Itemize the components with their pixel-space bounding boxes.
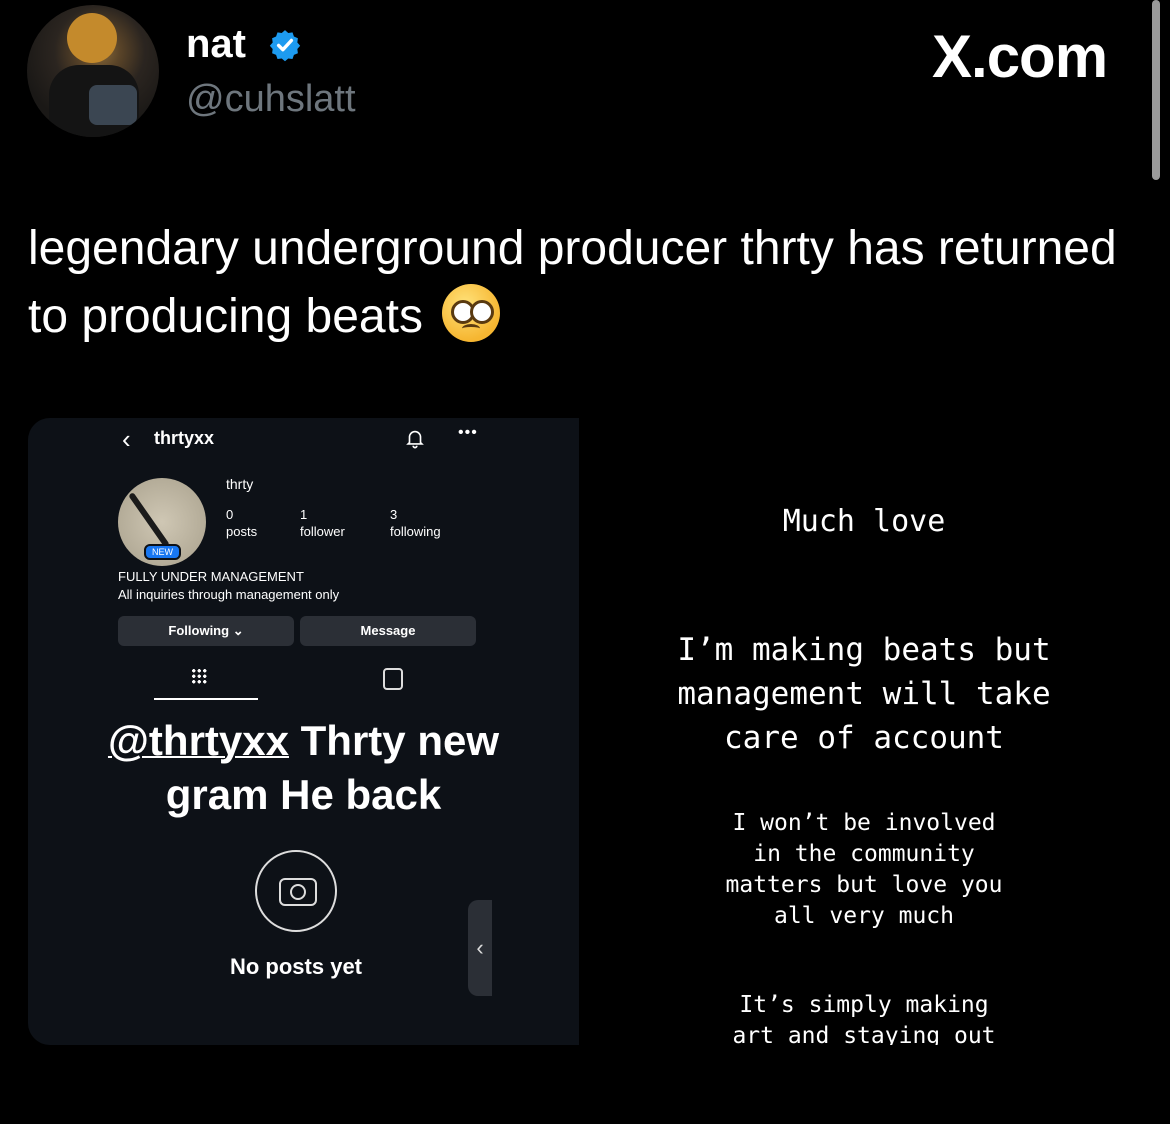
author-avatar[interactable] — [27, 5, 159, 137]
camera-icon — [255, 850, 337, 932]
tweet-body: legendary underground producer thrty has… — [28, 222, 1117, 343]
author-handle[interactable]: @cuhslatt — [186, 78, 356, 121]
stat-following: 3 following — [390, 507, 441, 539]
overlay-caption: @thrtyxx Thrty new gram He back — [107, 717, 500, 818]
chevron-left-icon: ‹ — [468, 900, 492, 996]
following-button: Following ⌄ — [118, 616, 294, 646]
stat-followers: 1 follower — [300, 507, 345, 539]
tagged-person-icon — [383, 668, 403, 690]
back-chevron-icon: ‹ — [122, 424, 131, 454]
profile-display-name: thrty — [226, 476, 254, 492]
new-badge: NEW — [144, 544, 181, 560]
story-line-much-love: Much love — [782, 504, 946, 539]
site-logo-text: X.com — [932, 23, 1108, 90]
story-block-beats: I’m making beats but management will tak… — [677, 632, 1051, 756]
tab-indicator — [154, 698, 258, 700]
media-image-profile-screenshot[interactable]: ‹ thrtyxx ••• NEW thrty 0 posts 1 follower… — [28, 418, 579, 1045]
tweet-text: legendary underground producer thrty has… — [28, 215, 1128, 351]
chevron-down-icon: ⌄ — [232, 623, 244, 638]
grid-icon — [191, 668, 207, 684]
more-dots-icon: ••• — [458, 424, 478, 441]
story-block-community: I won’t be involved in the community mat… — [725, 810, 1003, 929]
message-button: Message — [300, 616, 476, 646]
story-block-art: It’s simply making art and staying out — [732, 992, 996, 1045]
profile-bio: FULLY UNDER MANAGEMENT All inquiries thr… — [118, 569, 340, 602]
bell-icon — [406, 430, 424, 449]
threads-handle: @thrtyxx — [107, 717, 289, 764]
scrollbar[interactable] — [1152, 0, 1160, 180]
profile-username: thrtyxx — [154, 428, 215, 448]
media-image-story-text[interactable]: Much love I’m making beats but managemen… — [579, 418, 1149, 1045]
pleading-face-emoji-icon — [442, 284, 501, 342]
stat-posts: 0 posts — [226, 507, 258, 539]
verified-badge-icon — [269, 30, 301, 62]
author-name[interactable]: nat — [186, 22, 246, 67]
